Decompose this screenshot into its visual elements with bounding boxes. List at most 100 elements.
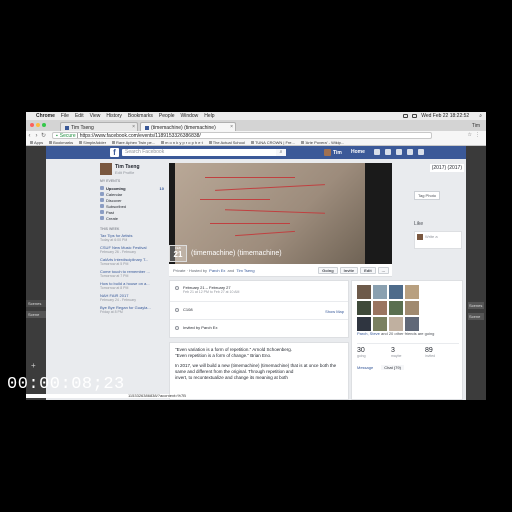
close-tab-icon[interactable]: ×	[230, 124, 233, 130]
nav-label: Upcoming	[106, 185, 126, 191]
bookmark-monkyprophet[interactable]: m o n k y p r o p h e t	[161, 140, 203, 145]
menu-bookmarks[interactable]: Bookmarks	[128, 113, 153, 119]
event-date-badge: FEB 21	[169, 245, 187, 262]
add-scene-icon[interactable]: +	[31, 361, 36, 370]
fb-profile-link[interactable]: Tim	[324, 149, 342, 156]
friend-avatar[interactable]	[405, 301, 419, 315]
bookmark-bookmarks[interactable]: Bookmarks	[49, 140, 73, 145]
bookmark-arte-povera[interactable]: 'Arte Povera' - Wikip...	[300, 140, 344, 145]
star-icon	[49, 141, 53, 145]
tab-timemachine[interactable]: (timemachine) (timemachine) ×	[140, 122, 236, 131]
bookmark-aphex[interactable]: Rare Aphex Twin pe...	[112, 140, 155, 145]
message-button[interactable]: Message	[357, 365, 373, 370]
notifications-icon[interactable]	[396, 149, 402, 155]
menu-window[interactable]: Window	[181, 113, 199, 119]
tab-tim-tseng[interactable]: Tim Tseng ×	[60, 122, 138, 131]
account-menu-icon[interactable]	[418, 149, 424, 155]
profile-name[interactable]: Tim Tseng	[115, 164, 140, 170]
event-list-item[interactable]: NAH FAIR 2017 February 24 - February	[100, 293, 164, 302]
search-icon[interactable]: ⌕	[276, 149, 286, 156]
stat-maybe[interactable]: 3 maybe	[391, 347, 425, 358]
bookmark-simpleadder[interactable]: SimpleAdder	[79, 140, 106, 145]
messages-icon[interactable]	[385, 149, 391, 155]
friend-avatar[interactable]	[389, 285, 403, 299]
menu-edit[interactable]: Edit	[75, 113, 84, 119]
host-link[interactable]: Tim Tseng	[236, 268, 254, 273]
event-location: C108	[183, 307, 193, 312]
right-panel-item[interactable]: Scenes	[468, 302, 484, 309]
menu-chrome[interactable]: Chrome	[36, 113, 55, 119]
forward-icon[interactable]: ›	[33, 133, 40, 139]
friend-avatar[interactable]	[405, 317, 419, 331]
battery-icon[interactable]	[403, 114, 409, 118]
menu-help[interactable]: Help	[204, 113, 214, 119]
event-location-row[interactable]: C108	[175, 307, 193, 312]
event-list-item[interactable]: Come touch to remember ... Tomorrow at 7 …	[100, 269, 164, 278]
close-window-icon[interactable]	[30, 123, 34, 127]
event-list-item[interactable]: How to build a house on a... Tomorrow at …	[100, 281, 164, 290]
url-input[interactable]: ▪ Secure | https://www.facebook.com/event…	[52, 132, 432, 139]
friend-avatar[interactable]	[373, 301, 387, 315]
host-link[interactable]: Parch Ex	[209, 268, 225, 273]
invite-button[interactable]: Invite	[339, 267, 359, 274]
friend-avatar[interactable]	[373, 317, 387, 331]
more-button[interactable]: ...	[377, 267, 389, 274]
profile-card[interactable]: Tim Tseng Edit Profile	[100, 163, 164, 175]
help-icon[interactable]	[407, 149, 413, 155]
event-cover-photo[interactable]: FEB 21 (timemachine) (timemachine)	[169, 163, 392, 264]
menu-people[interactable]: People	[159, 113, 175, 119]
bookmark-tuna-crown[interactable]: TUNA CROWN | Fre...	[250, 140, 295, 145]
chat-row: Message Chat (79)	[357, 365, 404, 370]
bookmark-label: The Actual School	[212, 140, 245, 145]
right-panel-item[interactable]: Scene	[468, 313, 484, 320]
search-icon[interactable]: ⌕	[479, 113, 482, 119]
bookmark-actual-school[interactable]: The Actual School	[208, 140, 245, 145]
reload-icon[interactable]: ↻	[40, 132, 47, 139]
going-button[interactable]: Going	[318, 267, 338, 274]
friend-avatar[interactable]	[389, 317, 403, 331]
tag-photo-button[interactable]: Tag Photo	[414, 191, 441, 200]
chat-button[interactable]: Chat (79)	[381, 365, 404, 370]
star-icon[interactable]: ☆	[468, 132, 472, 138]
facebook-logo-icon[interactable]: f	[110, 148, 119, 157]
event-list-item[interactable]: CalArts Interdisciplinary T... Tomorrow a…	[100, 257, 164, 266]
close-tab-icon[interactable]: ×	[132, 124, 135, 130]
stat-going[interactable]: 30 going	[357, 347, 391, 358]
bookmark-apps[interactable]: Apps	[30, 140, 43, 145]
edit-profile-link[interactable]: Edit Profile	[115, 170, 140, 175]
facebook-favicon-icon	[65, 125, 69, 130]
friend-avatar[interactable]	[405, 285, 419, 299]
fb-home-link[interactable]: Home	[351, 149, 365, 155]
menubar-clock[interactable]: Wed Feb 22 18:22:52	[421, 113, 469, 119]
menu-file[interactable]: File	[61, 113, 69, 119]
edit-button[interactable]: Edit	[360, 267, 376, 274]
nav-create[interactable]: Create	[100, 215, 164, 221]
friend-names-link[interactable]: Parch, Steve	[357, 331, 380, 336]
friend-avatar[interactable]	[357, 285, 371, 299]
menu-view[interactable]: View	[90, 113, 101, 119]
scene-item[interactable]: Scene	[26, 311, 46, 318]
comment-input[interactable]: Write a	[414, 231, 462, 249]
page-icon	[250, 141, 254, 145]
minimize-window-icon[interactable]	[36, 123, 40, 127]
menu-dots-icon[interactable]: ⋮	[475, 132, 480, 138]
friend-avatar[interactable]	[357, 317, 371, 331]
friend-avatar[interactable]	[357, 301, 371, 315]
friend-requests-icon[interactable]	[374, 149, 380, 155]
back-icon[interactable]: ‹	[26, 133, 33, 139]
wifi-icon[interactable]	[412, 114, 418, 118]
stat-invited[interactable]: 89 invited	[425, 347, 459, 358]
event-list-item[interactable]: Bye Bye Regan for Guayla... Friday at 8 P…	[100, 305, 164, 314]
facebook-search-input[interactable]: Search Facebook ⌕	[122, 149, 286, 156]
like-button[interactable]: Like	[414, 221, 423, 227]
menu-history[interactable]: History	[106, 113, 122, 119]
show-map-link[interactable]: Show Map	[325, 309, 344, 314]
friend-avatar[interactable]	[373, 285, 387, 299]
friend-avatar[interactable]	[389, 301, 403, 315]
profile-button[interactable]: Tim	[472, 123, 480, 129]
clock-icon	[175, 286, 179, 290]
event-list-item[interactable]: CSUF New Music Festival February 26 - Feb…	[100, 245, 164, 254]
event-list-item[interactable]: Tax Tips for Artists Today at 6:00 PM	[100, 233, 164, 242]
calendar-icon	[100, 192, 104, 196]
zoom-window-icon[interactable]	[42, 123, 46, 127]
